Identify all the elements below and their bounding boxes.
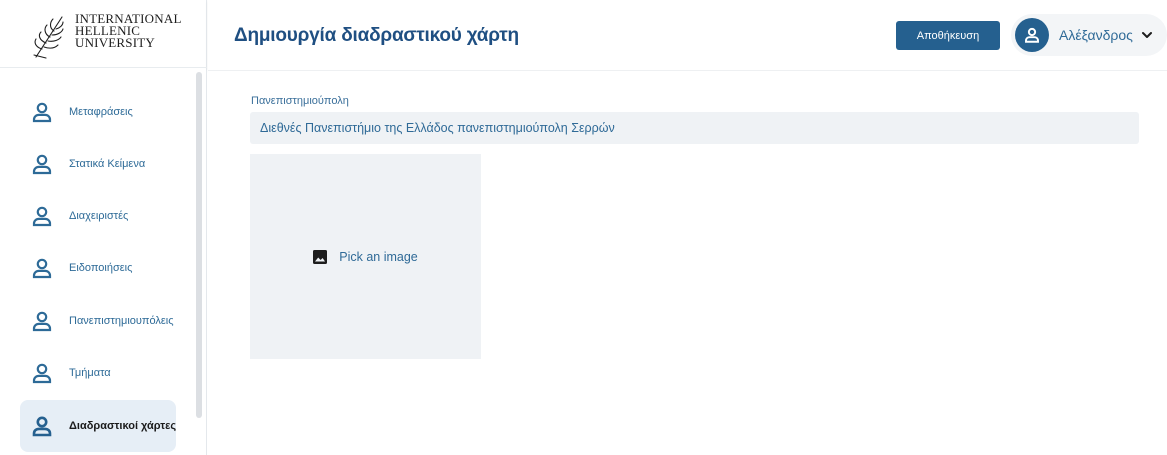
user-menu[interactable]: Αλέξανδρος [1011,14,1167,56]
avatar [1015,18,1049,52]
sidebar-item-label: Ειδοποιήσεις [69,262,133,274]
sidebar-item-static-texts[interactable]: Στατικά Κείμενα [20,138,176,190]
logo-line-3: UNIVERSITY [75,35,155,50]
sidebar-item-label: Διαχειριστές [69,210,129,222]
user-icon [32,416,52,437]
sidebar-item-label: Μεταφράσεις [69,106,133,118]
image-picker-label: Pick an image [339,249,418,264]
sidebar-item-label: Διαδραστικοί χάρτες [69,420,177,432]
main-content: Πανεπιστημιούπολη Pick an image [208,70,1167,455]
sidebar-item-label: Πανεπιστημιουπόλεις [69,315,174,327]
app-root: INTERNATIONAL HELLENIC UNIVERSITY Μεταφρ… [0,0,1167,455]
sidebar-item-label: Τμήματα [69,367,111,379]
image-icon [313,249,328,264]
user-name: Αλέξανδρος [1059,27,1133,43]
user-icon [32,206,52,227]
user-icon [32,258,52,279]
user-icon [32,363,52,384]
logo-wordmark: INTERNATIONAL HELLENIC UNIVERSITY [75,12,182,50]
user-icon [32,154,52,175]
university-logo[interactable]: INTERNATIONAL HELLENIC UNIVERSITY [0,0,207,68]
user-icon [32,102,52,123]
image-picker[interactable]: Pick an image [250,154,481,359]
campus-field[interactable] [250,112,1139,144]
sidebar-scrollbar[interactable] [196,72,202,418]
sidebar: INTERNATIONAL HELLENIC UNIVERSITY Μεταφρ… [0,0,207,455]
sidebar-item-departments[interactable]: Τμήματα [20,347,176,399]
sidebar-item-translations[interactable]: Μεταφράσεις [20,86,176,138]
sidebar-item-interactive-maps[interactable]: Διαδραστικοί χάρτες [20,400,176,452]
user-icon [1025,27,1039,43]
chevron-down-icon [1141,32,1152,38]
sidebar-item-admins[interactable]: Διαχειριστές [20,190,176,242]
page-title: Δημιουργία διαδραστικού χάρτη [234,25,519,46]
sidebar-item-campuses[interactable]: Πανεπιστημιουπόλεις [20,295,176,347]
user-icon [32,311,52,332]
top-header: Δημιουργία διαδραστικού χάρτη Αποθήκευση… [208,0,1167,70]
sidebar-item-label: Στατικά Κείμενα [69,158,146,170]
olive-branch-logo-icon [33,16,64,59]
save-button[interactable]: Αποθήκευση [896,21,1000,50]
sidebar-item-notifications[interactable]: Ειδοποιήσεις [20,242,176,294]
campus-field-label: Πανεπιστημιούπολη [251,95,349,107]
